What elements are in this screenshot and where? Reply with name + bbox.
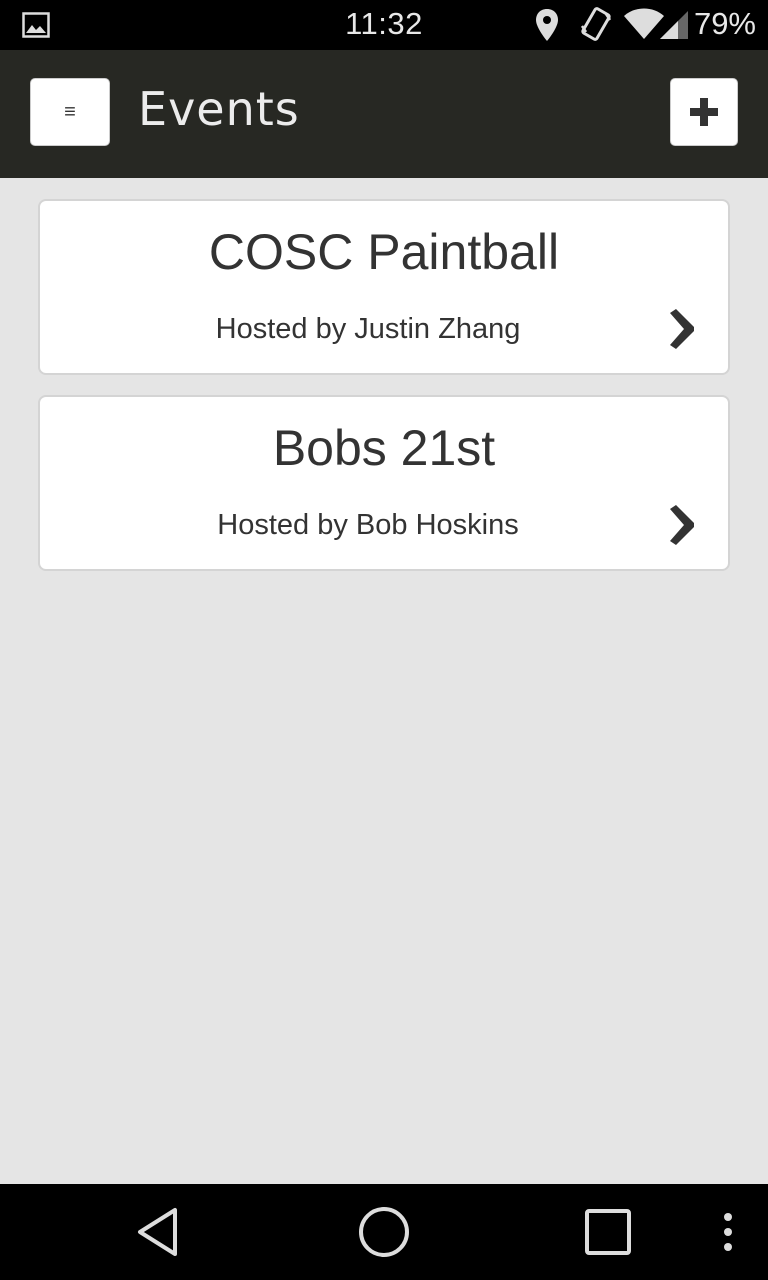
navigation-bar xyxy=(0,1184,768,1280)
wifi-icon xyxy=(624,8,664,39)
menu-icon: ≡ xyxy=(64,100,76,123)
app-header: ≡ Events xyxy=(0,50,768,178)
event-title: Bobs 21st xyxy=(272,420,496,476)
battery-level: 79% xyxy=(693,6,756,41)
chevron-right-icon xyxy=(670,309,694,349)
event-title: COSC Paintball xyxy=(208,224,560,280)
back-icon xyxy=(138,1208,177,1256)
page-title: Events xyxy=(138,82,300,136)
menu-button[interactable]: ≡ xyxy=(30,78,110,146)
overflow-menu-button[interactable] xyxy=(708,1184,748,1280)
overflow-icon xyxy=(724,1213,732,1251)
home-button[interactable] xyxy=(344,1184,424,1280)
event-card[interactable]: COSC Paintball Hosted by Justin Zhang xyxy=(38,199,730,375)
recents-button[interactable] xyxy=(568,1184,648,1280)
event-host: Hosted by Justin Zhang xyxy=(215,313,521,345)
plus-icon xyxy=(690,98,718,126)
chevron-right-icon xyxy=(670,505,694,545)
home-icon xyxy=(359,1207,409,1257)
recents-icon xyxy=(585,1209,631,1255)
signal-icon xyxy=(660,11,688,39)
events-list: COSC Paintball Hosted by Justin Zhang Bo… xyxy=(0,178,768,1184)
app-screen: 11:32 79% ≡ Events COSC Paintball Hosted… xyxy=(0,0,768,1280)
status-bar: 11:32 79% xyxy=(0,0,768,50)
add-event-button[interactable] xyxy=(670,78,738,146)
vibrate-icon xyxy=(580,7,612,41)
event-card[interactable]: Bobs 21st Hosted by Bob Hoskins xyxy=(38,395,730,571)
back-button[interactable] xyxy=(118,1184,198,1280)
event-host: Hosted by Bob Hoskins xyxy=(217,509,519,541)
location-icon xyxy=(536,9,558,41)
